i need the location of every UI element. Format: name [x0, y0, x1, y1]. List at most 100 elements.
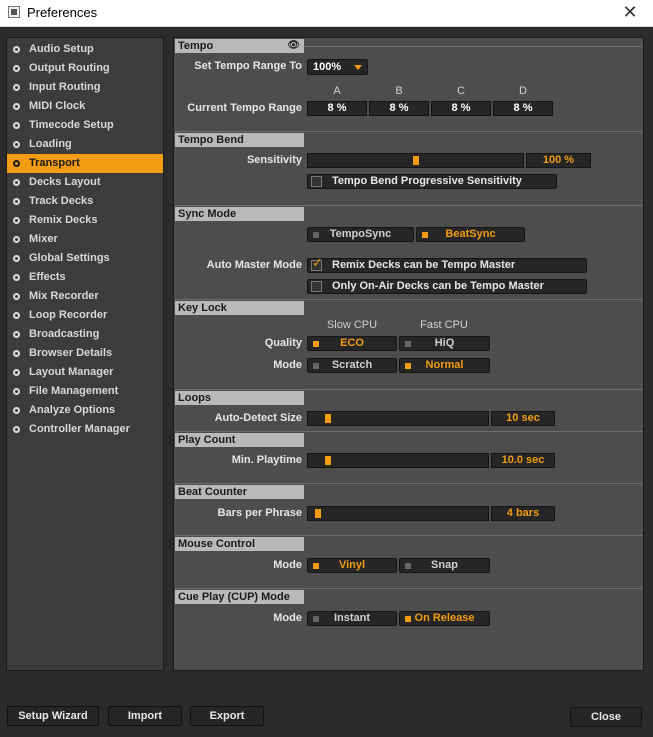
chevron-down-icon: [354, 65, 362, 70]
sidebar-item-broadcasting[interactable]: Broadcasting: [7, 325, 163, 344]
min-playtime-value[interactable]: 10.0 sec: [491, 453, 555, 468]
sidebar-item-track-decks[interactable]: Track Decks: [7, 192, 163, 211]
radio-bullet-icon: [13, 141, 20, 148]
bars-per-phrase-value[interactable]: 4 bars: [491, 506, 555, 521]
cue-on-release-button[interactable]: On Release: [399, 611, 490, 626]
section-header-cue-play: Cue Play (CUP) Mode: [175, 590, 304, 604]
section-divider: [175, 131, 642, 132]
sidebar-item-layout-manager[interactable]: Layout Manager: [7, 363, 163, 382]
slider-thumb[interactable]: [325, 414, 331, 423]
deck-b-label: B: [395, 85, 403, 97]
auto-detect-size-value[interactable]: 10 sec: [491, 411, 555, 426]
quality-label: Quality: [264, 337, 302, 349]
sidebar-item-transport[interactable]: Transport: [7, 154, 163, 173]
radio-bullet-icon: [13, 369, 20, 376]
sidebar-item-remix-decks[interactable]: Remix Decks: [7, 211, 163, 230]
sidebar-item-loading[interactable]: Loading: [7, 135, 163, 154]
window-title: Preferences: [27, 5, 98, 20]
sidebar-item-loop-recorder[interactable]: Loop Recorder: [7, 306, 163, 325]
mouse-snap-button[interactable]: Snap: [399, 558, 490, 573]
sidebar-item-file-management[interactable]: File Management: [7, 382, 163, 401]
led-indicator-icon: [313, 616, 319, 622]
section-divider: [304, 46, 642, 47]
deck-b-tempo-field[interactable]: 8 %: [369, 101, 429, 116]
sidebar-item-mix-recorder[interactable]: Mix Recorder: [7, 287, 163, 306]
transport-settings-panel: Tempo 👁 Set Tempo Range To 100% A B C D …: [173, 37, 644, 671]
remix-decks-tempo-master-checkbox[interactable]: ✓ Remix Decks can be Tempo Master: [307, 256, 587, 273]
quality-hiq-button[interactable]: HiQ: [399, 336, 490, 351]
deck-c-tempo-field[interactable]: 8 %: [431, 101, 491, 116]
led-indicator-icon: [313, 232, 319, 238]
radio-bullet-icon: [13, 103, 20, 110]
deck-d-tempo-field[interactable]: 8 %: [493, 101, 553, 116]
auto-detect-size-slider[interactable]: [307, 411, 489, 426]
sidebar-item-midi-clock[interactable]: MIDI Clock: [7, 97, 163, 116]
sidebar-item-controller-manager[interactable]: Controller Manager: [7, 420, 163, 439]
cue-mode-label: Mode: [273, 612, 302, 624]
temposync-button[interactable]: TempoSync: [307, 227, 414, 242]
min-playtime-slider[interactable]: [307, 453, 489, 468]
slider-thumb[interactable]: [315, 509, 321, 518]
mode-scratch-button[interactable]: Scratch: [307, 358, 397, 373]
section-divider: [175, 431, 642, 432]
close-icon[interactable]: ✕: [617, 2, 643, 24]
section-divider: [175, 483, 642, 484]
sidebar-item-analyze-options[interactable]: Analyze Options: [7, 401, 163, 420]
sidebar-item-effects[interactable]: Effects: [7, 268, 163, 287]
export-button[interactable]: Export: [190, 706, 264, 726]
led-indicator-icon: [405, 341, 411, 347]
beatsync-button[interactable]: BeatSync: [416, 227, 525, 242]
sidebar: Audio Setup Output Routing Input Routing…: [6, 37, 164, 671]
radio-bullet-icon: [13, 122, 20, 129]
sidebar-item-audio-setup[interactable]: Audio Setup: [7, 40, 163, 59]
slider-thumb[interactable]: [413, 156, 419, 165]
sensitivity-slider[interactable]: [307, 153, 524, 168]
led-indicator-icon: [313, 363, 319, 369]
deck-d-label: D: [519, 85, 527, 97]
checkbox-box: [311, 281, 322, 292]
sidebar-item-browser-details[interactable]: Browser Details: [7, 344, 163, 363]
on-air-decks-tempo-master-checkbox[interactable]: Only On-Air Decks can be Tempo Master: [307, 279, 587, 294]
mouse-vinyl-button[interactable]: Vinyl: [307, 558, 397, 573]
slow-cpu-label: Slow CPU: [326, 319, 378, 331]
checkmark-icon: ✓: [312, 256, 323, 271]
section-divider: [175, 389, 642, 390]
led-indicator-icon: [405, 363, 411, 369]
section-divider: [175, 588, 642, 589]
setup-wizard-button[interactable]: Setup Wizard: [7, 706, 99, 726]
eye-icon[interactable]: 👁: [287, 39, 300, 53]
sensitivity-label: Sensitivity: [246, 154, 302, 166]
deck-a-label: A: [333, 85, 341, 97]
checkbox-box: [311, 176, 322, 187]
key-lock-mode-label: Mode: [273, 359, 302, 371]
led-indicator-icon: [422, 232, 428, 238]
tempo-range-dropdown[interactable]: 100%: [307, 59, 368, 75]
bars-per-phrase-label: Bars per Phrase: [217, 507, 302, 519]
radio-bullet-icon: [13, 236, 20, 243]
sidebar-item-mixer[interactable]: Mixer: [7, 230, 163, 249]
radio-bullet-icon: [13, 198, 20, 205]
sidebar-item-decks-layout[interactable]: Decks Layout: [7, 173, 163, 192]
bars-per-phrase-slider[interactable]: [307, 506, 489, 521]
close-button[interactable]: Close: [570, 707, 642, 727]
mode-normal-button[interactable]: Normal: [399, 358, 490, 373]
import-button[interactable]: Import: [108, 706, 182, 726]
sensitivity-value[interactable]: 100 %: [526, 153, 591, 168]
sidebar-item-global-settings[interactable]: Global Settings: [7, 249, 163, 268]
radio-bullet-icon: [13, 65, 20, 72]
min-playtime-label: Min. Playtime: [231, 454, 302, 466]
sidebar-item-input-routing[interactable]: Input Routing: [7, 78, 163, 97]
sidebar-item-output-routing[interactable]: Output Routing: [7, 59, 163, 78]
radio-bullet-icon: [13, 388, 20, 395]
progressive-sensitivity-checkbox[interactable]: Tempo Bend Progressive Sensitivity: [307, 174, 557, 189]
cue-instant-button[interactable]: Instant: [307, 611, 397, 626]
preferences-app-icon: [8, 6, 20, 18]
radio-bullet-icon: [13, 426, 20, 433]
title-bar: Preferences ✕: [0, 0, 653, 27]
deck-a-tempo-field[interactable]: 8 %: [307, 101, 367, 116]
slider-thumb[interactable]: [325, 456, 331, 465]
sidebar-item-timecode-setup[interactable]: Timecode Setup: [7, 116, 163, 135]
deck-c-label: C: [457, 85, 465, 97]
quality-eco-button[interactable]: ECO: [307, 336, 397, 351]
led-indicator-icon: [313, 563, 319, 569]
